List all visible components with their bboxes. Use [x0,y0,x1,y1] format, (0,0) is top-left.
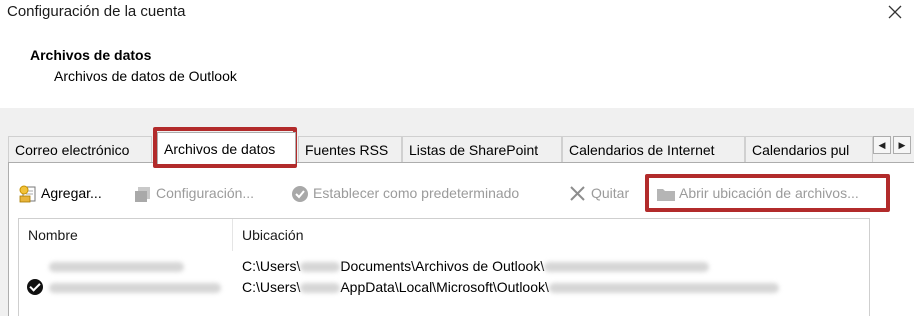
add-button[interactable]: Agregar... [18,180,102,206]
redacted-name [49,262,184,272]
window-title: Configuración de la cuenta [7,3,186,20]
add-button-label: Agregar... [41,185,102,201]
set-default-button-label: Establecer como predeterminado [313,185,520,201]
location-prefix: C:\Users\ [242,258,301,274]
section-title: Archivos de datos [30,47,152,63]
file-location: C:\Users\ Documents\Archivos de Outlook\ [242,258,710,274]
location-path: Documents\Archivos de Outlook\ [340,258,545,274]
open-file-location-label: Abrir ubicación de archivos... [679,185,859,201]
open-file-location-button[interactable]: Abrir ubicación de archivos... [656,180,859,206]
add-data-file-icon [18,184,36,203]
close-icon [888,5,902,19]
redacted-username [300,283,341,294]
tab-listas-de-sharepoint[interactable]: Listas de SharePoint [402,136,562,163]
tab-scroll-right-button[interactable]: ▶ [893,136,911,154]
check-circle-icon [290,184,308,202]
close-button[interactable] [880,0,910,24]
set-default-button[interactable]: Establecer como predeterminado [290,180,519,206]
remove-button[interactable]: Quitar [568,180,629,206]
default-check-icon [27,279,43,295]
tab-calendarios-publicados[interactable]: Calendarios pul [745,136,873,163]
settings-button[interactable]: Configuración... [133,180,254,206]
data-files-list: Nombre Ubicación C:\Users\ Documents\Arch… [18,218,870,316]
location-prefix: C:\Users\ [242,279,301,295]
tab-archivos-de-datos[interactable]: Archivos de datos [157,132,296,164]
settings-icon [133,184,151,202]
redacted-username [300,262,341,273]
column-header-ubicacion[interactable]: Ubicación [242,227,303,243]
close-icon [568,184,586,202]
folder-icon [656,184,675,202]
section-subtitle: Archivos de datos de Outlook [54,68,237,84]
location-path: AppData\Local\Microsoft\Outlook\ [340,279,549,295]
tab-scroll-left-button[interactable]: ◀ [873,136,891,154]
tab-fuentes-rss[interactable]: Fuentes RSS [298,136,402,163]
tab-calendarios-de-internet[interactable]: Calendarios de Internet [562,136,745,163]
redacted-filename [544,262,710,273]
settings-button-label: Configuración... [156,185,255,201]
file-location: C:\Users\ AppData\Local\Microsoft\Outlook… [242,279,779,295]
redacted-name [49,283,221,293]
column-divider [232,219,233,251]
remove-button-label: Quitar [591,185,630,201]
redacted-filename [548,283,779,294]
tab-strip: Correo electrónico Archivos de datos Fue… [8,132,914,164]
tab-correo-electronico[interactable]: Correo electrónico [8,136,152,163]
column-header-nombre[interactable]: Nombre [28,227,78,243]
list-item-default[interactable]: C:\Users\ AppData\Local\Microsoft\Outlook… [19,277,871,299]
list-item[interactable]: C:\Users\ Documents\Archivos de Outlook\ [19,256,871,278]
tab-scroll-buttons: ◀ ▶ [873,136,913,154]
